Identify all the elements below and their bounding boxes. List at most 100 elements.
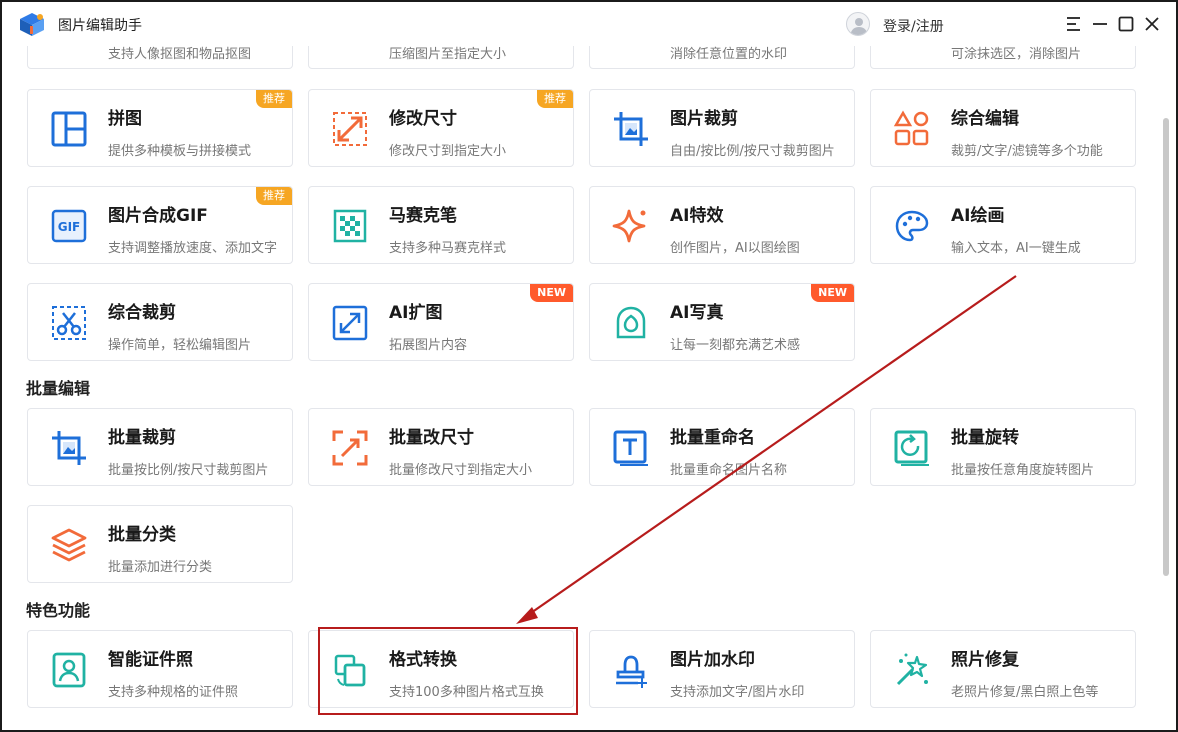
tool-name: 拼图 bbox=[108, 109, 142, 129]
tool-name: AI绘画 bbox=[951, 206, 1005, 226]
tool-card-crop[interactable]: 图片裁剪 自由/按比例/按尺寸裁剪图片 bbox=[589, 89, 855, 167]
app-window: 支持人像抠图和物品抠图 压缩图片至指定大小 消除任意位置的水印 可涂抹选区，消除… bbox=[0, 0, 1178, 732]
tool-card-editor[interactable]: 综合编辑 裁剪/文字/滤镜等多个功能 bbox=[870, 89, 1136, 167]
tool-desc: 老照片修复/黑白照上色等 bbox=[951, 685, 1099, 700]
recommend-badge: 推荐 bbox=[256, 187, 292, 205]
minimize-icon[interactable] bbox=[1090, 14, 1110, 34]
tool-name: 格式转换 bbox=[389, 650, 457, 670]
new-badge: NEW bbox=[530, 284, 573, 302]
tool-card-batch-resize[interactable]: 批量改尺寸 批量修改尺寸到指定大小 bbox=[308, 408, 574, 486]
tool-desc: 提供多种模板与拼接模式 bbox=[108, 144, 252, 159]
crop-icon bbox=[612, 110, 650, 148]
tool-name: 图片合成GIF bbox=[108, 206, 208, 226]
tool-card-ai-expand[interactable]: AI扩图 拓展图片内容 NEW bbox=[308, 283, 574, 361]
app-title: 图片编辑助手 bbox=[58, 18, 142, 34]
rotate-icon bbox=[893, 429, 931, 467]
tool-desc: 批量修改尺寸到指定大小 bbox=[389, 463, 533, 478]
gif-icon: GIF bbox=[50, 207, 88, 245]
section-title-batch: 批量编辑 bbox=[26, 379, 91, 398]
tool-card-batch-classify[interactable]: 批量分类 批量添加进行分类 bbox=[27, 505, 293, 583]
tool-desc: 拓展图片内容 bbox=[389, 338, 468, 353]
tool-desc: 批量添加进行分类 bbox=[108, 560, 213, 575]
recommend-badge: 推荐 bbox=[537, 90, 573, 108]
vertical-scrollbar[interactable] bbox=[1162, 46, 1176, 730]
portrait-icon bbox=[612, 304, 650, 342]
palette-icon bbox=[893, 207, 931, 245]
tool-card-collage[interactable]: 拼图 提供多种模板与拼接模式 推荐 bbox=[27, 89, 293, 167]
new-badge: NEW bbox=[811, 284, 854, 302]
tool-card-mosaic[interactable]: 马赛克笔 支持多种马赛克样式 bbox=[308, 186, 574, 264]
close-icon[interactable] bbox=[1142, 14, 1162, 34]
tool-name: 综合裁剪 bbox=[108, 303, 176, 323]
tool-desc: 批量重命名图片名称 bbox=[670, 463, 788, 478]
magic-wand-icon bbox=[893, 651, 931, 689]
rename-icon bbox=[612, 429, 650, 467]
tool-desc: 自由/按比例/按尺寸裁剪图片 bbox=[670, 144, 835, 159]
shapes-icon bbox=[893, 110, 931, 148]
tool-card-gif[interactable]: GIF 图片合成GIF 支持调整播放速度、添加文字 推荐 bbox=[27, 186, 293, 264]
batch-resize-icon bbox=[331, 429, 369, 467]
tool-card-batch-crop[interactable]: 批量裁剪 批量按比例/按尺寸裁剪图片 bbox=[27, 408, 293, 486]
tool-card-ai-paint[interactable]: AI绘画 输入文本，AI一键生成 bbox=[870, 186, 1136, 264]
tool-card-batch-rotate[interactable]: 批量旋转 批量按任意角度旋转图片 bbox=[870, 408, 1136, 486]
tool-desc: 批量按任意角度旋转图片 bbox=[951, 463, 1095, 478]
scrollbar-thumb[interactable] bbox=[1163, 118, 1169, 576]
svg-text:GIF: GIF bbox=[58, 220, 81, 234]
id-photo-icon bbox=[50, 651, 88, 689]
tool-card-id-photo[interactable]: 智能证件照 支持多种规格的证件照 bbox=[27, 630, 293, 708]
tool-name: 马赛克笔 bbox=[389, 206, 457, 226]
tool-desc: 输入文本，AI一键生成 bbox=[951, 241, 1081, 256]
watermark-icon bbox=[612, 651, 650, 689]
tool-name: 批量重命名 bbox=[670, 428, 755, 448]
scissors-icon bbox=[50, 304, 88, 342]
menu-icon[interactable] bbox=[1064, 14, 1084, 34]
tool-card-photo-repair[interactable]: 照片修复 老照片修复/黑白照上色等 bbox=[870, 630, 1136, 708]
expand-icon bbox=[331, 304, 369, 342]
convert-icon bbox=[331, 651, 369, 689]
tool-card-watermark[interactable]: 图片加水印 支持添加文字/图片水印 bbox=[589, 630, 855, 708]
mosaic-icon bbox=[331, 207, 369, 245]
tool-name: AI扩图 bbox=[389, 303, 443, 323]
tool-name: 修改尺寸 bbox=[389, 109, 457, 129]
section-title-featured: 特色功能 bbox=[26, 601, 91, 620]
recommend-badge: 推荐 bbox=[256, 90, 292, 108]
maximize-icon[interactable] bbox=[1116, 14, 1136, 34]
layers-icon bbox=[50, 526, 88, 564]
tool-desc: 支持100多种图片格式互换 bbox=[389, 685, 544, 700]
sparkle-icon bbox=[612, 207, 650, 245]
tool-desc: 支持添加文字/图片水印 bbox=[670, 685, 805, 700]
tool-name: 智能证件照 bbox=[108, 650, 193, 670]
tool-card-format-convert[interactable]: 格式转换 支持100多种图片格式互换 bbox=[308, 630, 574, 708]
tool-scroll-area[interactable]: 支持人像抠图和物品抠图 压缩图片至指定大小 消除任意位置的水印 可涂抹选区，消除… bbox=[2, 2, 1162, 730]
tool-name: 批量分类 bbox=[108, 525, 176, 545]
tool-desc: 创作图片，AI以图绘图 bbox=[670, 241, 800, 256]
title-bar: 图片编辑助手 登录/注册 bbox=[2, 2, 1176, 46]
tool-card-ai-effect[interactable]: AI特效 创作图片，AI以图绘图 bbox=[589, 186, 855, 264]
batch-crop-icon bbox=[50, 429, 88, 467]
tool-name: AI写真 bbox=[670, 303, 724, 323]
tool-desc: 支持调整播放速度、添加文字 bbox=[108, 241, 278, 256]
tool-name: 图片裁剪 bbox=[670, 109, 738, 129]
tool-name: 批量旋转 bbox=[951, 428, 1019, 448]
tool-desc: 让每一刻都充满艺术感 bbox=[670, 338, 801, 353]
tool-name: AI特效 bbox=[670, 206, 724, 226]
resize-icon bbox=[331, 110, 369, 148]
tool-name: 批量裁剪 bbox=[108, 428, 176, 448]
tool-card-batch-rename[interactable]: 批量重命名 批量重命名图片名称 bbox=[589, 408, 855, 486]
avatar[interactable] bbox=[846, 12, 870, 36]
tool-desc: 支持多种规格的证件照 bbox=[108, 685, 239, 700]
tool-card-smart-crop[interactable]: 综合裁剪 操作简单，轻松编辑图片 bbox=[27, 283, 293, 361]
tool-name: 照片修复 bbox=[951, 650, 1019, 670]
tool-desc: 操作简单，轻松编辑图片 bbox=[108, 338, 252, 353]
tool-name: 综合编辑 bbox=[951, 109, 1019, 129]
collage-icon bbox=[50, 110, 88, 148]
tool-card-resize[interactable]: 修改尺寸 修改尺寸到指定大小 推荐 bbox=[308, 89, 574, 167]
tool-name: 批量改尺寸 bbox=[389, 428, 474, 448]
tool-name: 图片加水印 bbox=[670, 650, 755, 670]
login-register-link[interactable]: 登录/注册 bbox=[883, 16, 944, 36]
tool-desc: 支持多种马赛克样式 bbox=[389, 241, 507, 256]
tool-desc: 裁剪/文字/滤镜等多个功能 bbox=[951, 144, 1103, 159]
tool-card-ai-portrait[interactable]: AI写真 让每一刻都充满艺术感 NEW bbox=[589, 283, 855, 361]
app-logo-icon bbox=[18, 11, 46, 37]
tool-desc: 修改尺寸到指定大小 bbox=[389, 144, 507, 159]
